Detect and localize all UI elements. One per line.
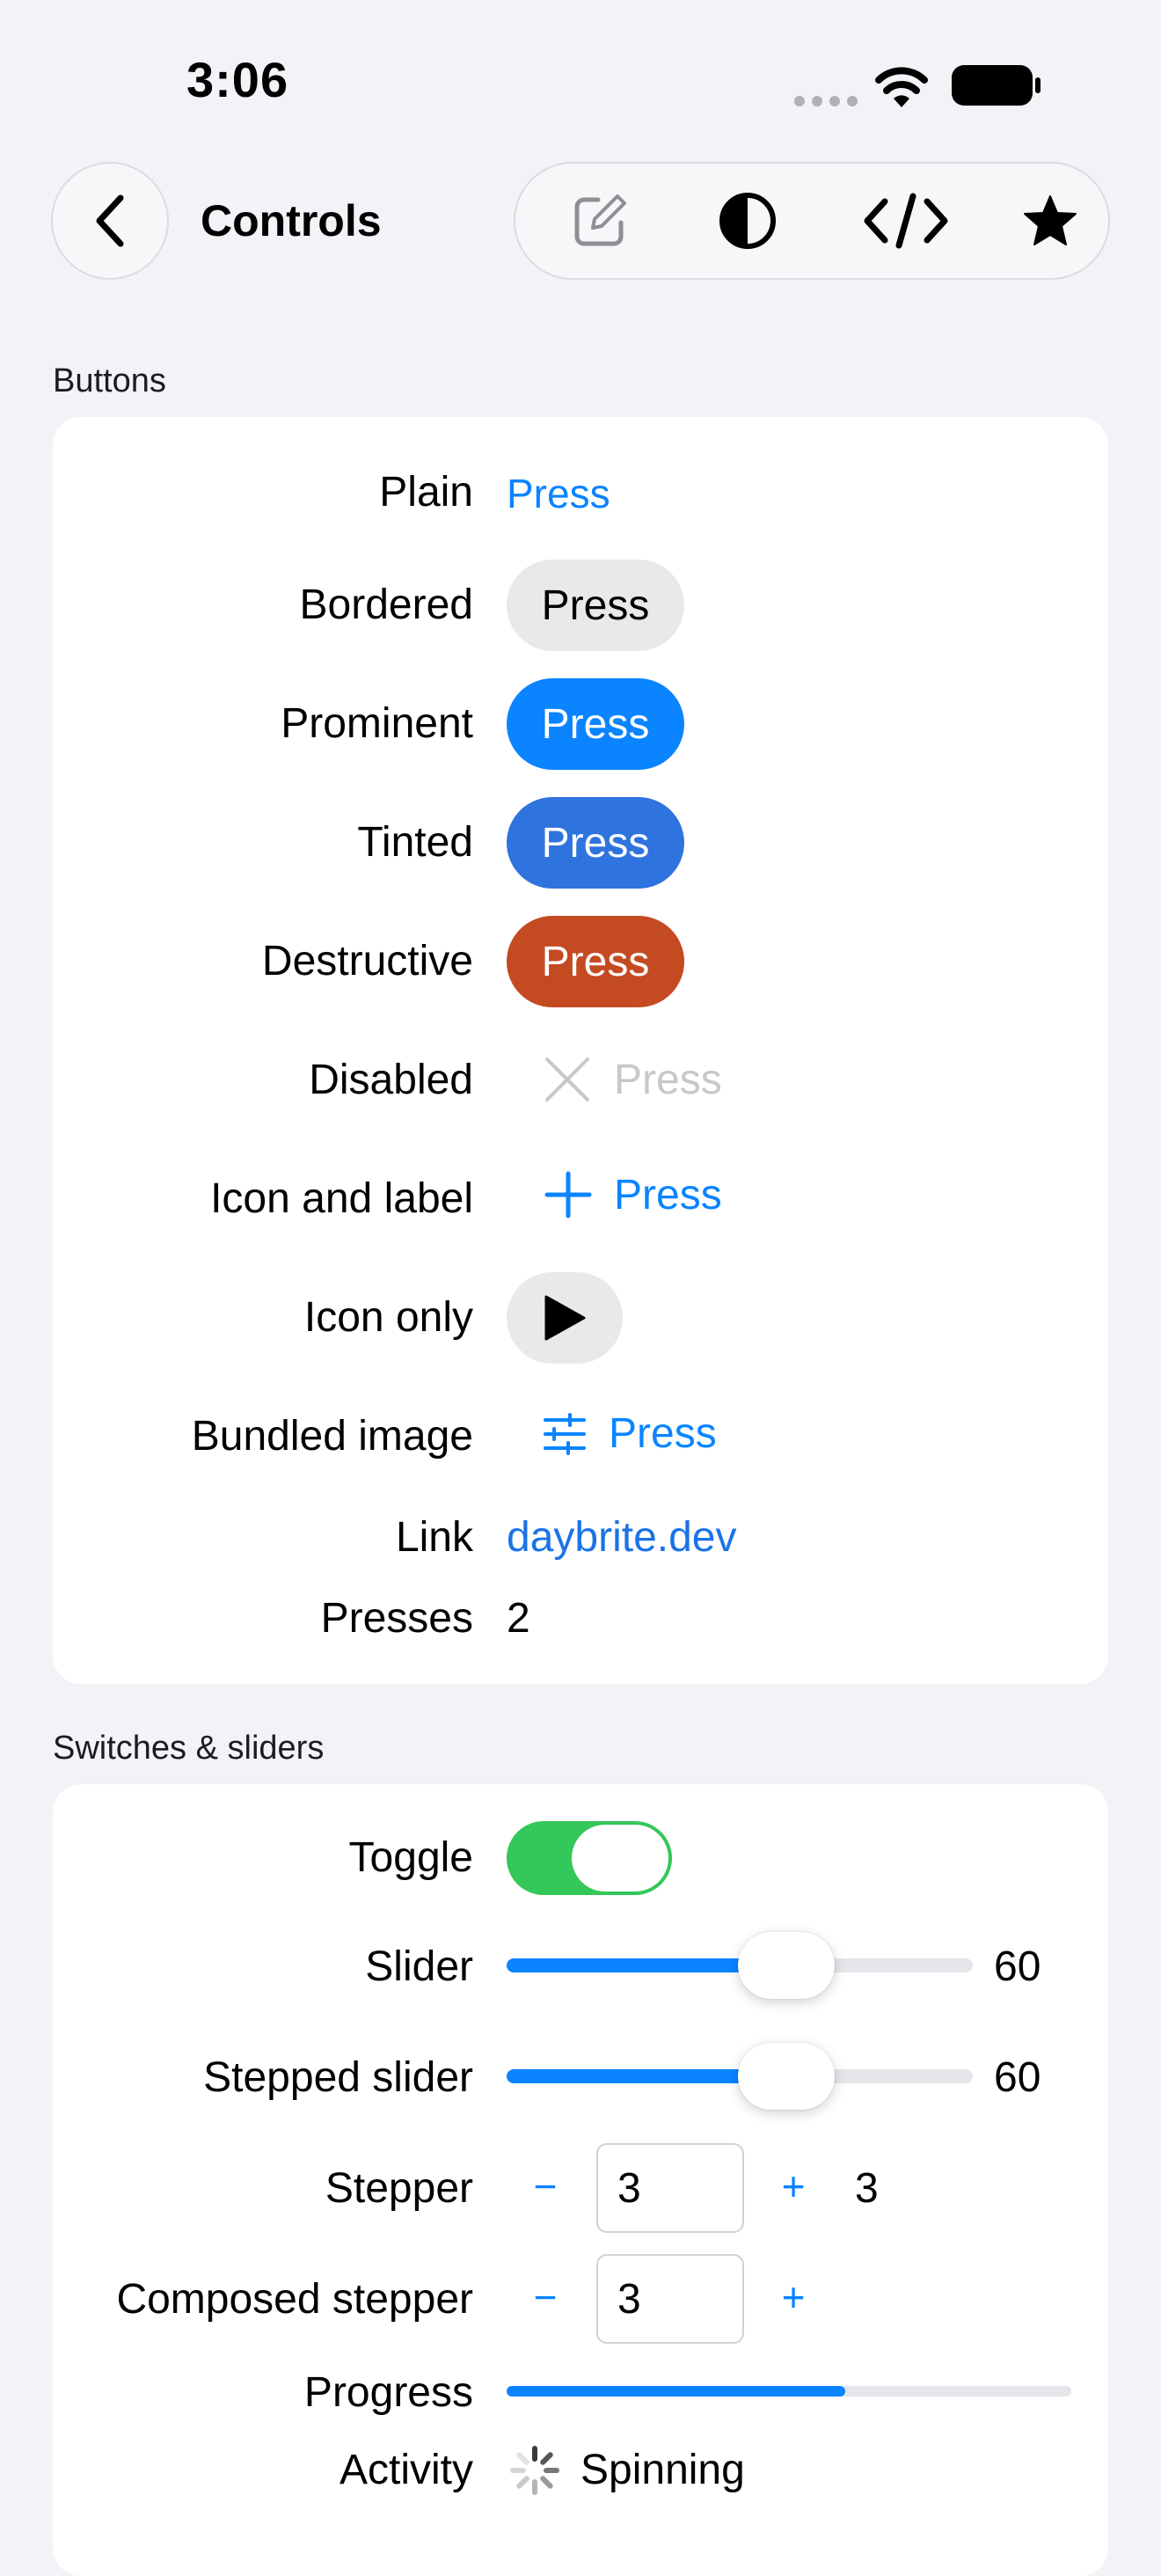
row-label-stepper: Stepper: [325, 2165, 473, 2212]
compose-icon: [574, 194, 626, 246]
destructive-button[interactable]: Press: [507, 916, 684, 1007]
stepper-decrement-button[interactable]: −: [519, 2163, 572, 2210]
star-icon: [1024, 195, 1077, 245]
activity-text: Spinning: [580, 2447, 745, 2493]
chevron-left-icon: [96, 194, 124, 247]
progress-bar: [507, 2386, 1071, 2397]
row-label-toggle: Toggle: [348, 1834, 473, 1881]
daybrite-link[interactable]: daybrite.dev: [507, 1513, 737, 1562]
cellular-signal-icon: [794, 96, 858, 106]
back-button[interactable]: [51, 162, 169, 280]
plain-button[interactable]: Press: [507, 470, 610, 517]
row-label-icon-and-label: Icon and label: [210, 1175, 473, 1222]
page-title: Controls: [201, 196, 382, 245]
appearance-button[interactable]: [695, 164, 800, 278]
bundled-image-button[interactable]: Press: [542, 1409, 717, 1458]
sliders-icon: [544, 1412, 586, 1455]
icon-and-label-text: Press: [614, 1171, 722, 1218]
favorite-button[interactable]: [997, 164, 1103, 278]
compose-button[interactable]: [547, 164, 653, 278]
toggle-knob: [572, 1825, 668, 1892]
slider-thumb[interactable]: [738, 1932, 835, 1999]
row-label-activity: Activity: [339, 2447, 473, 2493]
row-label-icon-only: Icon only: [303, 1294, 473, 1341]
wifi-icon: [875, 67, 928, 107]
prominent-button[interactable]: Press: [507, 678, 684, 770]
row-label-destructive: Destructive: [261, 938, 473, 984]
slider-value: 60: [994, 1943, 1041, 1990]
progress-fill: [507, 2386, 846, 2397]
spinner-icon: [510, 2446, 559, 2495]
stepper-field[interactable]: 3: [596, 2143, 744, 2233]
stepped-slider-value: 60: [994, 2054, 1041, 2101]
presses-count: 2: [507, 1595, 530, 1642]
code-icon: [864, 193, 948, 249]
battery-icon: [952, 65, 1041, 106]
row-label-prominent: Prominent: [281, 700, 473, 747]
stepped-slider-thumb[interactable]: [738, 2043, 835, 2110]
composed-stepper-decrement-button[interactable]: −: [519, 2273, 572, 2321]
nav-toolbar: [514, 162, 1110, 280]
row-label-bundled-image: Bundled image: [191, 1413, 473, 1460]
bundled-image-text: Press: [609, 1410, 717, 1457]
disabled-button: Press: [614, 1057, 722, 1103]
row-label-link: Link: [395, 1514, 473, 1561]
stepper-value: 3: [855, 2165, 879, 2212]
row-label-presses: Presses: [320, 1595, 473, 1642]
plus-icon: [544, 1171, 592, 1218]
row-label-tinted: Tinted: [357, 819, 473, 866]
bordered-button[interactable]: Press: [507, 560, 684, 651]
row-label-stepped-slider: Stepped slider: [203, 2054, 473, 2101]
play-button[interactable]: [507, 1272, 623, 1364]
row-label-slider: Slider: [365, 1943, 473, 1990]
toggle-switch[interactable]: [507, 1821, 672, 1895]
play-icon: [544, 1295, 586, 1341]
row-label-progress: Progress: [303, 2369, 473, 2416]
status-time: 3:06: [186, 52, 289, 107]
code-button[interactable]: [853, 164, 959, 278]
composed-stepper-field[interactable]: 3: [596, 2254, 744, 2344]
stepper-increment-button[interactable]: +: [767, 2163, 820, 2210]
row-label-plain: Plain: [379, 469, 473, 516]
row-label-bordered: Bordered: [299, 582, 473, 628]
xmark-icon: [545, 1057, 589, 1101]
tinted-button[interactable]: Press: [507, 797, 684, 889]
icon-and-label-button[interactable]: Press: [544, 1170, 722, 1219]
row-label-disabled: Disabled: [309, 1057, 473, 1103]
composed-stepper-increment-button[interactable]: +: [767, 2273, 820, 2321]
section-header-switches: Switches & sliders: [53, 1730, 325, 1767]
section-header-buttons: Buttons: [53, 362, 166, 399]
contrast-icon: [719, 193, 776, 249]
row-label-composed-stepper: Composed stepper: [116, 2276, 473, 2323]
